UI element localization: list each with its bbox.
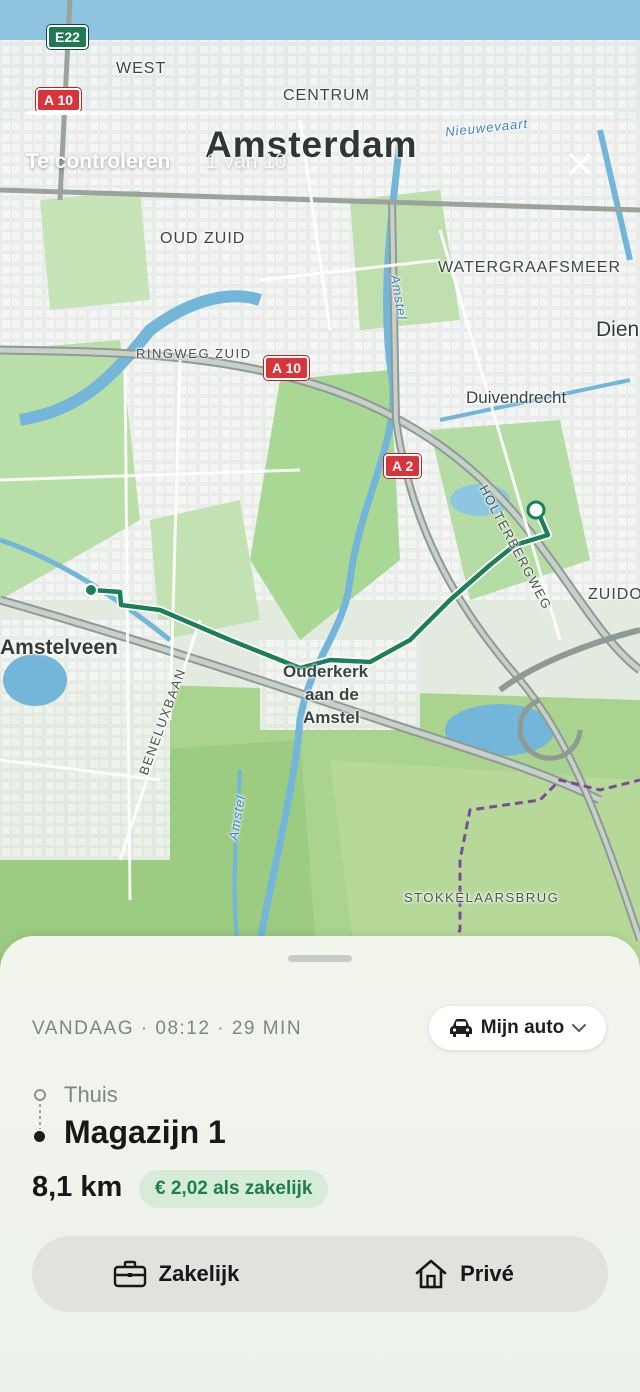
map-label-duivendrecht: Duivendrecht — [466, 388, 567, 407]
map-label-watergraafsmeer: WATERGRAAFSMEER — [438, 259, 622, 276]
home-icon — [415, 1259, 447, 1289]
map-label-zuidoost: ZUIDOO — [588, 586, 640, 603]
route-connector — [39, 1104, 41, 1129]
route-end-marker — [526, 500, 546, 520]
business-label: Zakelijk — [158, 1261, 240, 1286]
trip-sheet: VANDAAG · 08:12 · 29 MIN Mijn auto Thuis… — [0, 936, 640, 1392]
close-icon — [569, 153, 591, 175]
map-label-oud-zuid: OUD ZUID — [160, 230, 246, 247]
car-icon — [449, 1019, 472, 1037]
origin-marker — [34, 1089, 46, 1101]
map-label-ringweg-zuid: RINGWEG ZUID — [136, 346, 252, 361]
trip-distance: 8,1 km — [32, 1171, 123, 1203]
highway-shield-a10-south: A 10 — [264, 356, 310, 380]
map-label-amstelveen: Amstelveen — [0, 636, 118, 659]
map-label-ouderkerk: Ouderkerk — [283, 662, 369, 681]
destination-name: Magazijn 1 — [64, 1114, 226, 1150]
vehicle-selector[interactable]: Mijn auto — [429, 1006, 606, 1050]
review-counter: 1 van 10 — [206, 150, 287, 173]
private-label: Privé — [460, 1261, 514, 1286]
map-label-aan-de: aan de — [305, 685, 359, 704]
map-label-diemen: Dien — [596, 318, 640, 341]
allowance-badge: € 2,02 als zakelijk — [139, 1170, 329, 1208]
review-title: Te controleren — [26, 150, 171, 173]
vehicle-label: Mijn auto — [480, 1017, 565, 1038]
sheet-grabber[interactable] — [288, 955, 352, 962]
business-button[interactable]: Zakelijk — [32, 1236, 320, 1312]
review-progress-track — [26, 111, 614, 115]
private-button[interactable]: Privé — [320, 1236, 608, 1312]
map-label-amstel-town: Amstel — [303, 708, 360, 727]
trip-type-selector: Zakelijk Privé — [32, 1236, 608, 1312]
close-button[interactable] — [560, 144, 600, 184]
destination-marker — [34, 1131, 45, 1142]
origin-name: Thuis — [64, 1082, 118, 1107]
briefcase-icon — [113, 1260, 146, 1288]
chevron-down-icon — [572, 1024, 587, 1032]
highway-shield-a2: A 2 — [384, 454, 422, 478]
review-header: Te controleren 1 van 10 — [0, 0, 640, 200]
route-start-marker — [84, 583, 98, 597]
review-progress-fill — [26, 111, 85, 115]
map-label-stokkelaarsbrug: STOKKELAARSBRUG — [404, 890, 560, 905]
trip-meta: VANDAAG · 08:12 · 29 MIN — [32, 1018, 303, 1039]
